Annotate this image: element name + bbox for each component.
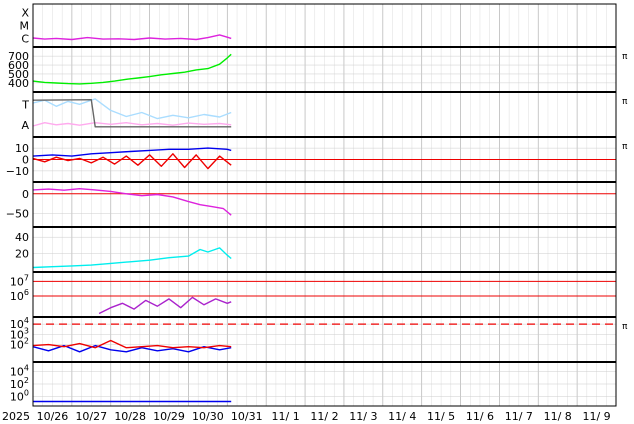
proton-flux-series-red: [32, 339, 232, 349]
y-tick-label: 0: [22, 188, 29, 201]
x-tick-label: 10/26: [37, 410, 69, 423]
imf-sector-series-light_blue: [32, 98, 232, 120]
x-tick-label: 11/ 3: [349, 410, 377, 423]
y-tick-label: 102: [10, 337, 29, 352]
x-tick-label: 11/ 6: [466, 410, 494, 423]
y-tick-label: X: [21, 7, 29, 20]
dst-series-magenta: [32, 187, 232, 216]
x-tick-label: 11/ 8: [544, 410, 572, 423]
x-tick-label: 11/ 7: [505, 410, 533, 423]
y-tick-label: −10: [6, 165, 29, 178]
x-tick-label: 11/ 2: [310, 410, 338, 423]
y-tick-label: 40: [15, 231, 29, 244]
electron-flux-series-purple: [98, 296, 232, 315]
imf-sector-series-pink: [32, 121, 232, 127]
y-tick-label: C: [21, 33, 29, 46]
panel-marker-label: π: [622, 52, 628, 62]
y-tick-label: 400: [8, 77, 29, 90]
xmc-series-magenta: [32, 34, 232, 41]
y-tick-label: M: [20, 20, 30, 33]
ae-index-series-cyan: [32, 247, 232, 269]
x-tick-label: 11/ 1: [272, 410, 300, 423]
x-tick-label: 10/30: [192, 410, 224, 423]
solar-wind-speed-series-green: [32, 53, 232, 85]
year-label: 2025: [2, 410, 30, 423]
y-tick-label: 106: [10, 288, 29, 303]
imf-components-series-blue: [32, 147, 232, 157]
space-weather-chart: XMC700600500400πTAπ100−10π0−504020107106…: [2, 3, 628, 423]
y-tick-label: 100: [10, 389, 29, 404]
y-tick-label: −50: [6, 207, 29, 220]
y-tick-label: A: [21, 119, 29, 132]
y-tick-label: 20: [15, 248, 29, 261]
y-tick-label: 107: [10, 273, 29, 288]
x-tick-label: 11/ 9: [582, 410, 610, 423]
x-tick-label: 11/ 5: [427, 410, 455, 423]
panel-marker-label: π: [622, 322, 628, 332]
x-tick-label: 10/27: [75, 410, 107, 423]
x-tick-label: 10/31: [231, 410, 263, 423]
panel-marker-label: π: [622, 142, 628, 152]
y-tick-label: T: [21, 98, 29, 111]
x-tick-label: 10/28: [114, 410, 146, 423]
panel-marker-label: π: [622, 97, 628, 107]
x-tick-label: 10/29: [153, 410, 185, 423]
x-tick-label: 11/ 4: [388, 410, 416, 423]
